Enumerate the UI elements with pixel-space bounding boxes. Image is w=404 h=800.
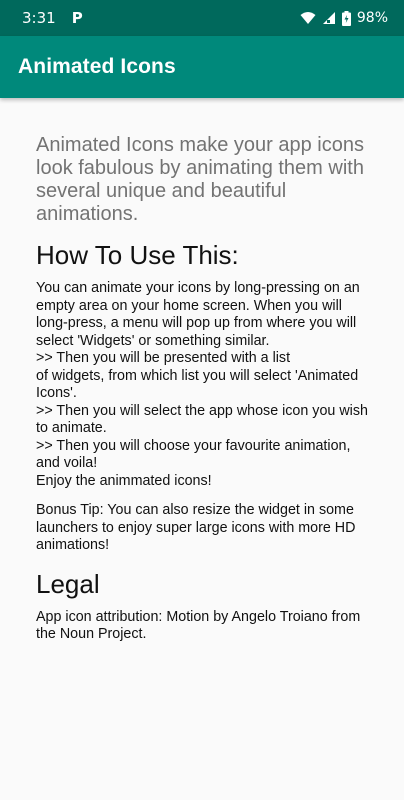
app-title: Animated Icons xyxy=(18,55,176,78)
p-icon: P xyxy=(71,9,83,27)
signal-icon xyxy=(322,11,336,25)
battery-icon xyxy=(341,10,351,26)
legal-body: App icon attribution: Motion by Angelo T… xyxy=(36,608,361,643)
legal-heading: Legal xyxy=(36,568,100,599)
status-time: 3:31 xyxy=(22,9,56,27)
app-bar: Animated Icons xyxy=(0,36,404,98)
status-left: 3:31 P xyxy=(22,9,83,27)
intro-text: Animated Icons make your app icons look … xyxy=(36,134,364,225)
how-to-heading: How To Use This: xyxy=(36,240,239,270)
battery-percent: 98% xyxy=(356,10,388,26)
how-to-body: You can animate your icons by long-press… xyxy=(36,280,368,489)
bonus-tip: Bonus Tip: You can also resize the widge… xyxy=(36,502,356,553)
status-bar: 3:31 P 98% xyxy=(0,0,404,36)
content: Animated Icons make your app icons look … xyxy=(36,134,376,644)
wifi-icon xyxy=(300,11,316,25)
status-right: 98% xyxy=(300,10,388,26)
